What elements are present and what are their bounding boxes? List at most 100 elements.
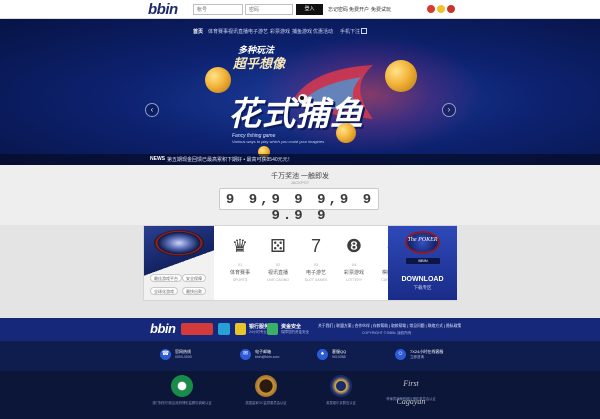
promo-tag: 最快出款 — [182, 287, 206, 295]
dice-icon: ⚄ — [270, 236, 286, 256]
gold-coin-icon — [205, 67, 231, 93]
jackpot-value: 9 9,9 9 9,9 9 9.9 9 — [225, 192, 375, 224]
hero-subtitle-2: 超乎想像 — [233, 56, 286, 71]
poker-logo: The POKER — [405, 231, 440, 254]
bvi-emblem-icon — [330, 375, 352, 397]
news-text[interactable]: 第五期现金回馈已最高累积下期好 • 最高可获8540元元！ — [167, 156, 293, 163]
game-name-en: LIVE CASINO — [267, 278, 289, 282]
bbin-logo[interactable]: bbin — [148, 1, 178, 18]
game-category-live-casino[interactable]: ⚄ 02 视讯直播 LIVE CASINO — [259, 234, 297, 298]
certification-uk: 英国皇家GC监督委员会认证 — [225, 375, 307, 405]
download-button[interactable]: DOWNLOAD — [388, 276, 457, 283]
game-category-slots[interactable]: 7 03 电子游艺 SLOT GAMES — [297, 234, 335, 298]
lottery-ball-icon: ❽ — [345, 236, 363, 256]
game-name-en: SLOT GAMES — [304, 278, 328, 282]
contact-value: bbin@bbin.com — [255, 355, 280, 359]
promo-tag: 全球化游戏 — [150, 287, 178, 295]
footer-links[interactable]: 关于我们 | 联盟方案 | 合作伙伴 | 存款帮助 | 取款帮助 | 常见问题 … — [318, 324, 461, 329]
language-en-icon[interactable] — [437, 5, 445, 13]
mail-icon: ✉ — [240, 349, 251, 360]
qq-icon: ♠ — [317, 349, 328, 360]
top-header: bbin 登入 忘记密码 免费开户 免费试玩 — [0, 0, 600, 19]
carousel-prev-button[interactable]: ‹ — [145, 103, 159, 117]
game-category-lottery[interactable]: ❽ 04 彩票游戏 LOTTERY — [335, 234, 373, 298]
certification-name: 菲律宾政府首都区博彩委员会认证 — [386, 397, 436, 401]
poker-download-promo[interactable]: The POKER BBIN DOWNLOAD 下载专区 — [388, 226, 457, 300]
copyright: COPYRIGHT © BBIN. 版权所有 — [362, 331, 412, 335]
lucky-seven-icon: 7 — [310, 236, 321, 256]
gc-seal-icon — [255, 375, 277, 397]
login-button[interactable]: 登入 — [296, 4, 323, 15]
forgot-password-link[interactable]: 忘记密码 — [328, 6, 348, 13]
page: bbin 登入 忘记密码 免费开户 免费试玩 首页 体育赛事 视讯直播 电子游艺… — [0, 0, 600, 419]
game-number: 02 — [275, 262, 281, 267]
main-nav: 首页 体育赛事 视讯直播 电子游艺 彩票游戏 捕鱼游戏 优惠活动 手机下注 — [0, 26, 600, 38]
shield-icon — [267, 323, 278, 335]
trophy-icon: ♛ — [231, 236, 249, 256]
contact-value: 0000-0000 — [175, 355, 192, 359]
casino-promo[interactable]: 最佳游戏平台 安全保障 全球化游戏 最快出款 — [144, 226, 214, 300]
download-subtitle[interactable]: 下载专区 — [388, 285, 457, 291]
username-input[interactable] — [193, 4, 243, 15]
gold-coin-icon — [336, 123, 356, 143]
nav-item-live-casino[interactable]: 视讯直播 — [228, 28, 248, 35]
license-badge-icon — [218, 323, 230, 335]
fund-security-title: 资金安全 — [281, 324, 302, 330]
nav-item-lottery[interactable]: 彩票游戏 — [270, 28, 290, 35]
certification-name: 澳门特别行政区政府博彩监察协调局认证 — [152, 401, 212, 405]
game-number: 01 — [237, 262, 243, 267]
jackpot-subtitle: JACKPOT — [290, 180, 310, 185]
game-categories: 最佳游戏平台 安全保障 全球化游戏 最快出款 ♛ 01 体育赛事 SPORTS … — [143, 225, 457, 301]
nav-menu-icon[interactable] — [361, 28, 367, 34]
game-name: 体育赛事 — [229, 270, 250, 276]
gold-coin-icon — [385, 60, 417, 92]
nav-item-home[interactable]: 首页 — [193, 28, 203, 35]
poker-logo-text: The POKER — [407, 237, 438, 243]
footer-logo[interactable]: bbin — [150, 321, 176, 336]
footer-brand-bar: bbin 银行服务 24小时专业服务 资金安全 保障您的资金安全 关于我们 | … — [0, 318, 600, 341]
certification-name: 英国皇家GC监督委员会认证 — [245, 401, 287, 405]
news-label: NEWS — [150, 156, 165, 162]
certification-macau: 澳门特别行政区政府博彩监察协调局认证 — [141, 375, 223, 405]
game-name: 彩票游戏 — [343, 270, 364, 276]
bank-service-title: 银行服务 — [249, 324, 270, 330]
game-number: 04 — [351, 262, 357, 267]
news-ticker: NEWS 第五期现金回馈已最高累积下期好 • 最高可获8540元元！ — [0, 154, 600, 165]
register-link[interactable]: 免费开户 — [349, 6, 369, 13]
nav-item-sports[interactable]: 体育赛事 — [208, 28, 228, 35]
carousel-next-button[interactable]: › — [442, 103, 456, 117]
fund-security-subtitle: 保障您的资金安全 — [281, 330, 309, 334]
jackpot-section: 千万奖池 一触即发 JACKPOT 9 9,9 9 9,9 9 9.9 9 — [0, 165, 600, 225]
game-name: 电子游艺 — [305, 270, 326, 276]
game-category-sports[interactable]: ♛ 01 体育赛事 SPORTS — [221, 234, 259, 298]
game-name: 视讯直播 — [267, 270, 288, 276]
free-trial-link[interactable]: 免费试玩 — [371, 6, 391, 13]
chat-icon: ☺ — [395, 349, 406, 360]
footer-contacts: ☎ 官网热线 0000-0000 ✉ 电子邮箱 bbin@bbin.com ♠ … — [0, 341, 600, 371]
game-name-en: SPORTS — [232, 278, 248, 282]
nav-item-mobile[interactable]: 手机下注 — [340, 28, 360, 35]
phone-icon: ☎ — [160, 349, 171, 360]
footer-certifications: 澳门特别行政区政府博彩监察协调局认证 英国皇家GC监督委员会认证 英属维尔京群岛… — [0, 371, 600, 419]
roulette-icon — [154, 230, 204, 256]
hero-caption-sub: Various ways to play which you could you… — [232, 139, 325, 144]
language-tw-icon[interactable] — [447, 5, 455, 13]
nav-item-egames[interactable]: 电子游艺 — [248, 28, 268, 35]
nav-item-fishing[interactable]: 捕鱼游戏 — [292, 28, 312, 35]
promo-tag: 最佳游戏平台 — [150, 274, 182, 282]
password-input[interactable] — [245, 4, 293, 15]
nav-item-promotions[interactable]: 优惠活动 — [313, 28, 333, 35]
poker-tag: BBIN — [406, 258, 440, 264]
license-badge-icon — [181, 323, 213, 335]
macau-emblem-icon — [171, 375, 193, 397]
promo-tag: 安全保障 — [182, 274, 206, 282]
contact-value: 立即咨询 — [410, 355, 424, 359]
jackpot-counter: 9 9,9 9 9,9 9 9.9 9 — [219, 188, 379, 224]
language-cn-icon[interactable] — [427, 5, 435, 13]
bank-icon — [235, 323, 246, 335]
first-cagayan-logo: First Cagayan — [396, 379, 426, 406]
contact-value: 9010358 — [332, 355, 346, 359]
hero-banner: 首页 体育赛事 视讯直播 电子游艺 彩票游戏 捕鱼游戏 优惠活动 手机下注 多种… — [0, 19, 600, 165]
certification-first-cagayan: First Cagayan 菲律宾政府首都区博彩委员会认证 — [370, 375, 452, 406]
game-name-en: LOTTERY — [345, 278, 363, 282]
